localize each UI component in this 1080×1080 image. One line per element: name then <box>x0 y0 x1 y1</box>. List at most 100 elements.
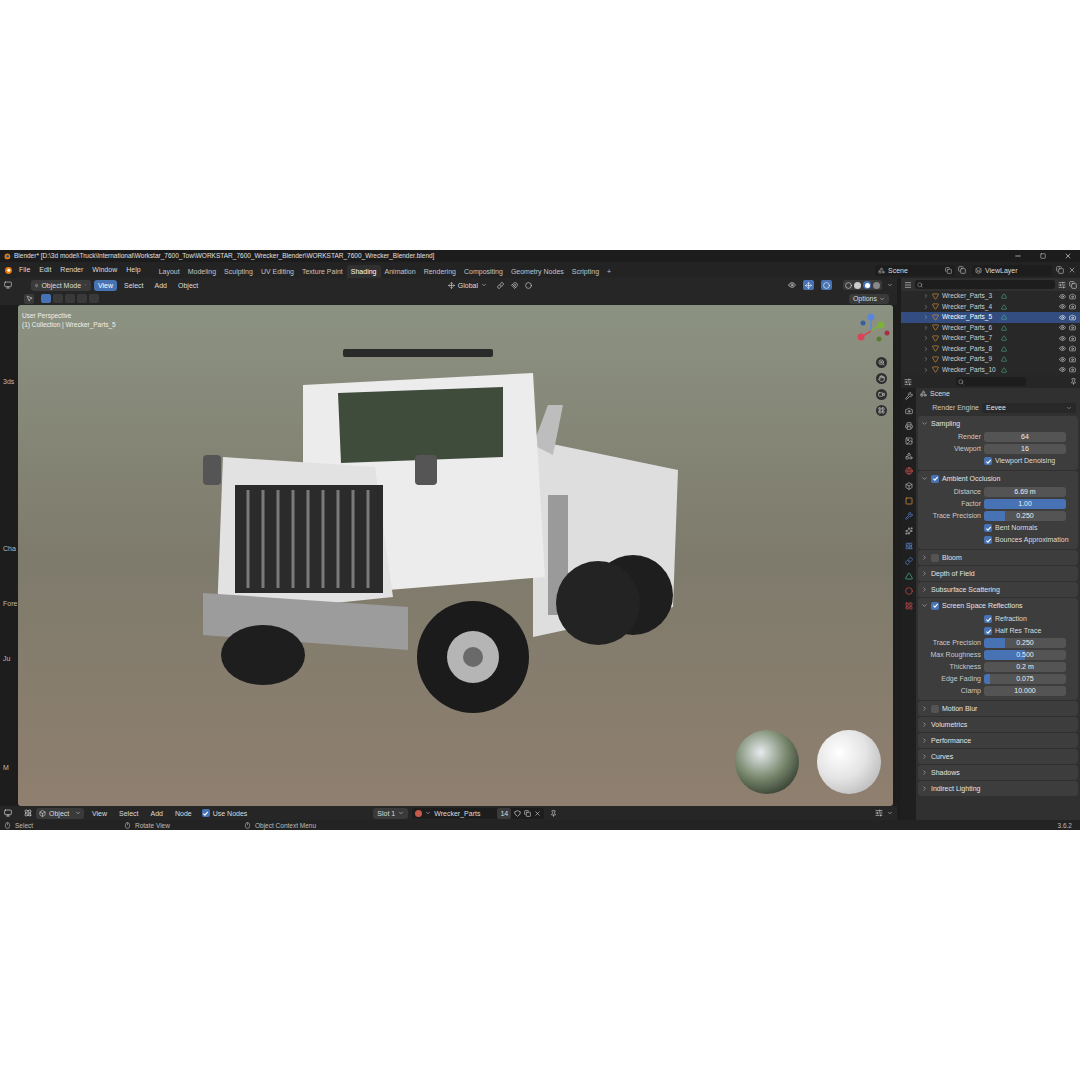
panel-header[interactable]: Shadows <box>918 765 1078 780</box>
property-slider[interactable]: 0.250 <box>984 511 1066 521</box>
physics-tab-icon[interactable] <box>905 542 913 550</box>
visibility-icon[interactable] <box>788 281 796 289</box>
viewport-menu-item[interactable]: Add <box>151 280 171 291</box>
property-field[interactable]: 10.000 <box>984 686 1066 696</box>
panel-header[interactable]: Screen Space Reflections <box>918 598 1078 613</box>
outliner-search[interactable] <box>915 280 1055 289</box>
viewport-menu-item[interactable]: View <box>94 280 117 291</box>
workspace-tab[interactable]: UV Editing <box>257 265 298 278</box>
property-checkbox[interactable] <box>984 524 992 532</box>
expand-icon[interactable] <box>923 293 929 299</box>
duplicate-material-icon[interactable] <box>524 810 531 817</box>
property-checkbox-row[interactable]: Refraction <box>918 613 1078 625</box>
workspace-tab[interactable]: Geometry Nodes <box>507 265 568 278</box>
workspace-tab[interactable]: Layout <box>155 265 184 278</box>
shader-type-dropdown[interactable]: Object <box>36 808 84 819</box>
expand-icon[interactable] <box>923 346 929 352</box>
constraints-tab-icon[interactable] <box>905 557 913 565</box>
expand-icon[interactable] <box>923 356 929 362</box>
panel-enable-checkbox[interactable] <box>931 705 939 713</box>
texture-tab-icon[interactable] <box>905 602 913 610</box>
workspace-tab[interactable]: Compositing <box>460 265 507 278</box>
visibility-icon[interactable] <box>1059 314 1066 321</box>
render-visibility-icon[interactable] <box>1069 366 1076 373</box>
mode-dropdown[interactable]: Object Mode <box>31 280 91 291</box>
panel-enable-checkbox[interactable] <box>931 475 939 483</box>
property-field[interactable]: 6.69 m <box>984 487 1066 497</box>
overlay-toggle[interactable] <box>821 280 832 290</box>
render-visibility-icon[interactable] <box>1069 335 1076 342</box>
menu-item[interactable]: Window <box>92 264 117 276</box>
outliner-row[interactable]: Wrecker_Parts_6 <box>901 323 1080 334</box>
shader-menu-item[interactable]: View <box>88 808 111 819</box>
data-tab-icon[interactable] <box>905 572 913 580</box>
menu-item[interactable]: Edit <box>39 264 51 276</box>
render-visibility-icon[interactable] <box>1069 345 1076 352</box>
material-tab-icon[interactable] <box>905 587 913 595</box>
workspace-tab[interactable]: Sculpting <box>220 265 257 278</box>
shader-menu-item[interactable]: Node <box>171 808 196 819</box>
panel-enable-checkbox[interactable] <box>931 554 939 562</box>
select-new-icon[interactable] <box>41 294 51 303</box>
collection-tab-icon[interactable] <box>905 482 913 490</box>
modifier-tab-icon[interactable] <box>905 512 913 520</box>
property-field[interactable]: 0.2 m <box>984 662 1066 672</box>
render-visibility-icon[interactable] <box>1069 356 1076 363</box>
wireframe-shading-icon[interactable] <box>845 282 852 289</box>
outliner-row[interactable]: Wrecker_Parts_4 <box>901 302 1080 313</box>
snap-icon[interactable] <box>511 282 518 289</box>
property-checkbox-row[interactable]: Half Res Trace <box>918 625 1078 637</box>
property-checkbox-row[interactable]: Bent Normals <box>918 522 1078 534</box>
ortho-button[interactable] <box>876 405 887 416</box>
orientation-dropdown[interactable]: Global <box>445 280 490 291</box>
expand-icon[interactable] <box>923 314 929 320</box>
pivot-icon[interactable] <box>497 282 504 289</box>
view-layer-selector[interactable]: ViewLayer <box>972 265 1052 276</box>
expand-icon[interactable] <box>923 325 929 331</box>
expand-icon[interactable] <box>923 367 929 373</box>
panel-header[interactable]: Sampling <box>918 416 1078 431</box>
maximize-icon[interactable] <box>1040 253 1046 259</box>
panel-header[interactable]: Depth of Field <box>918 566 1078 581</box>
outliner-row[interactable]: Wrecker_Parts_8 <box>901 344 1080 355</box>
view-layer-tab-icon[interactable] <box>905 437 913 445</box>
panel-header[interactable]: Curves <box>918 749 1078 764</box>
output-tab-icon[interactable] <box>905 422 913 430</box>
panel-enable-checkbox[interactable] <box>931 602 939 610</box>
pan-button[interactable] <box>876 373 887 384</box>
visibility-icon[interactable] <box>1059 303 1066 310</box>
property-checkbox[interactable] <box>984 615 992 623</box>
menu-item[interactable]: File <box>19 264 30 276</box>
outliner-row[interactable]: Wrecker_Parts_10 <box>901 365 1080 376</box>
outliner-row[interactable]: Wrecker_Parts_3 <box>901 291 1080 302</box>
use-nodes-checkbox[interactable] <box>202 809 210 817</box>
workspace-tab[interactable]: Rendering <box>420 265 460 278</box>
properties-search[interactable] <box>956 377 1026 386</box>
proportional-edit-icon[interactable] <box>525 282 532 289</box>
outliner-row[interactable]: Wrecker_Parts_9 <box>901 354 1080 365</box>
render-visibility-icon[interactable] <box>1069 314 1076 321</box>
panel-header[interactable]: Motion Blur <box>918 701 1078 716</box>
use-nodes-toggle[interactable]: Use Nodes <box>202 808 248 819</box>
panel-header[interactable]: Volumetrics <box>918 717 1078 732</box>
outliner-row[interactable]: Wrecker_Parts_7 <box>901 333 1080 344</box>
visibility-icon[interactable] <box>1059 293 1066 300</box>
overlay-icon[interactable] <box>875 809 883 817</box>
select-invert-icon[interactable] <box>77 294 87 303</box>
visibility-icon[interactable] <box>1059 345 1066 352</box>
properties-type-icon[interactable] <box>904 378 912 386</box>
visibility-icon[interactable] <box>1059 366 1066 373</box>
tool-tab-icon[interactable] <box>905 392 913 400</box>
expand-icon[interactable] <box>923 304 929 310</box>
panel-header[interactable]: Ambient Occlusion <box>918 471 1078 486</box>
panel-header[interactable]: Subsurface Scattering <box>918 582 1078 597</box>
scene-selector[interactable]: Scene <box>875 265 955 276</box>
minimize-icon[interactable] <box>1014 252 1022 260</box>
blender-menu-icon[interactable] <box>4 266 13 275</box>
property-checkbox-row[interactable]: Viewport Denoising <box>918 455 1078 467</box>
workspace-tab[interactable]: Scripting <box>568 265 603 278</box>
select-subtract-icon[interactable] <box>65 294 75 303</box>
workspace-tab[interactable]: Shading <box>347 265 381 278</box>
property-checkbox[interactable] <box>984 627 992 635</box>
close-icon[interactable] <box>1064 252 1072 260</box>
